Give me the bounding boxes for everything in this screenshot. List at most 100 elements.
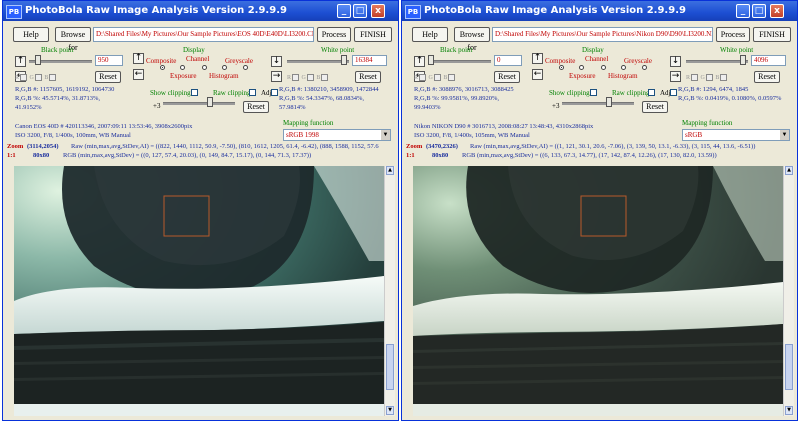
chevron-down-icon[interactable]: ▼ [780, 130, 789, 140]
scrollbar-thumb[interactable] [386, 344, 394, 390]
chevron-down-icon[interactable]: ▼ [381, 130, 390, 140]
close-button[interactable]: x [770, 4, 784, 18]
slider-thumb[interactable] [35, 55, 41, 65]
process-button[interactable]: Process [716, 27, 750, 42]
image-preview[interactable] [413, 166, 783, 416]
black-rgb-checkboxes[interactable]: R G B [15, 74, 57, 81]
slider-thumb[interactable] [428, 55, 434, 65]
zoom-raw-stats: Raw (min,max,avg,StDev,AI) = ((822, 1440… [71, 143, 379, 150]
close-button[interactable]: x [371, 4, 385, 18]
mapping-function-label: Mapping function [283, 119, 334, 127]
black-point-value[interactable]: 950 [95, 55, 123, 66]
white-reset-button[interactable]: Reset [355, 71, 381, 83]
image-canvas[interactable] [14, 166, 384, 416]
scroll-up-icon[interactable]: ▲ [386, 166, 394, 175]
image-canvas[interactable] [413, 166, 783, 416]
raw-clipping-checkbox[interactable] [648, 89, 655, 96]
white-rgb-checkboxes[interactable]: R G B [686, 74, 728, 81]
black-left-step-icon[interactable]: ← [133, 69, 144, 80]
black-reset-button[interactable]: Reset [494, 71, 520, 83]
white-down-arrow-icon[interactable]: ↓ [670, 56, 681, 67]
black-point-slider[interactable] [428, 55, 491, 65]
finish-button[interactable]: FINISH [354, 27, 392, 42]
exposure-slider[interactable] [163, 97, 235, 107]
white-point-value[interactable]: 16384 [352, 55, 387, 66]
finish-button[interactable]: FINISH [753, 27, 791, 42]
adj-label: Adj [660, 89, 671, 97]
black-point-value[interactable]: 0 [494, 55, 522, 66]
scrollbar-thumb[interactable] [785, 344, 793, 390]
exposure-reset-button[interactable]: Reset [642, 101, 668, 113]
black-point-slider[interactable] [29, 55, 92, 65]
black-left-step-icon[interactable]: ← [532, 69, 543, 80]
show-clipping-checkbox[interactable] [590, 89, 597, 96]
channel-radio-1[interactable] [180, 65, 185, 70]
slider-thumb[interactable] [740, 55, 746, 65]
raw-clipping-checkbox[interactable] [249, 89, 256, 96]
window-title: PhotoBola Raw Image Analysis Version 2.9… [25, 5, 287, 16]
minimize-button[interactable]: _ [736, 4, 750, 18]
white-right-arrow-icon[interactable]: → [670, 71, 681, 82]
minimize-button[interactable]: _ [337, 4, 351, 18]
exposure-reset-button[interactable]: Reset [243, 101, 269, 113]
title-bar[interactable]: PB PhotoBola Raw Image Analysis Version … [402, 1, 797, 21]
title-bar[interactable]: PB PhotoBola Raw Image Analysis Version … [3, 1, 398, 21]
white-point-slider[interactable] [287, 55, 349, 65]
exposure-slider[interactable] [562, 97, 634, 107]
exposure-label: Exposure [170, 72, 197, 80]
vertical-scrollbar[interactable]: ▲ ▼ [384, 166, 395, 416]
show-clipping-checkbox[interactable] [191, 89, 198, 96]
white-point-slider[interactable] [686, 55, 748, 65]
analysis-window-nikon: PB PhotoBola Raw Image Analysis Version … [401, 0, 798, 421]
composite-radio[interactable] [160, 65, 165, 70]
scroll-down-icon[interactable]: ▼ [386, 406, 394, 415]
black-up-arrow-icon[interactable]: ↑ [414, 56, 425, 67]
white-rgb-checkboxes[interactable]: R G B [287, 74, 329, 81]
white-point-value[interactable]: 4096 [751, 55, 786, 66]
image-preview[interactable] [14, 166, 384, 416]
maximize-button[interactable]: □ [353, 4, 367, 18]
greyscale-radio[interactable] [642, 65, 647, 70]
greyscale-radio[interactable] [243, 65, 248, 70]
help-button[interactable]: Help [412, 27, 448, 42]
channel-radio-2[interactable] [601, 65, 606, 70]
browse-button[interactable]: Browse for [454, 27, 490, 52]
window-title: PhotoBola Raw Image Analysis Version 2.9… [424, 5, 686, 16]
composite-radio[interactable] [559, 65, 564, 70]
help-button[interactable]: Help [13, 27, 49, 42]
mapping-function-select[interactable]: sRGB ▼ [682, 129, 790, 141]
white-reset-button[interactable]: Reset [754, 71, 780, 83]
white-rgb-counts: R,G,B #: 1380210, 3458909, 1472844 [279, 86, 379, 93]
black-rgb-checkboxes[interactable]: R G B [414, 74, 456, 81]
adj-label: Adj [261, 89, 272, 97]
adj-checkbox[interactable] [670, 89, 677, 96]
black-up-arrow-icon[interactable]: ↑ [15, 56, 26, 67]
file-path-field[interactable]: D:\Shared Files\My Pictures\Our Sample P… [492, 27, 713, 42]
slider-thumb[interactable] [606, 97, 612, 107]
white-rgb-percent: R,G,B %: 54.3347%, 68.0834%, [279, 95, 365, 102]
vertical-scrollbar[interactable]: ▲ ▼ [783, 166, 794, 416]
white-right-arrow-icon[interactable]: → [271, 71, 282, 82]
browse-button[interactable]: Browse for [55, 27, 91, 52]
zoom-coords: (3114,2054) [27, 143, 59, 150]
channel-label: Channel [585, 55, 609, 63]
mapping-function-select[interactable]: sRGB 1998 ▼ [283, 129, 391, 141]
slider-thumb[interactable] [207, 97, 213, 107]
black-up-step-icon[interactable]: ↑ [532, 53, 543, 64]
black-up-step-icon[interactable]: ↑ [133, 53, 144, 64]
file-path-field[interactable]: D:\Shared Files\My Pictures\Our Sample P… [93, 27, 314, 42]
maximize-button[interactable]: □ [752, 4, 766, 18]
white-down-arrow-icon[interactable]: ↓ [271, 56, 282, 67]
channel-radio-3[interactable] [222, 65, 227, 70]
channel-radio-2[interactable] [202, 65, 207, 70]
channel-radio-3[interactable] [621, 65, 626, 70]
scroll-down-icon[interactable]: ▼ [785, 406, 793, 415]
scroll-up-icon[interactable]: ▲ [785, 166, 793, 175]
process-button[interactable]: Process [317, 27, 351, 42]
mapping-function-label: Mapping function [682, 119, 733, 127]
slider-thumb[interactable] [341, 55, 347, 65]
adj-checkbox[interactable] [271, 89, 278, 96]
black-rgb-percent: R,G,B %: 99.9581%, 99.8920%, [414, 95, 500, 102]
channel-radio-1[interactable] [579, 65, 584, 70]
black-reset-button[interactable]: Reset [95, 71, 121, 83]
